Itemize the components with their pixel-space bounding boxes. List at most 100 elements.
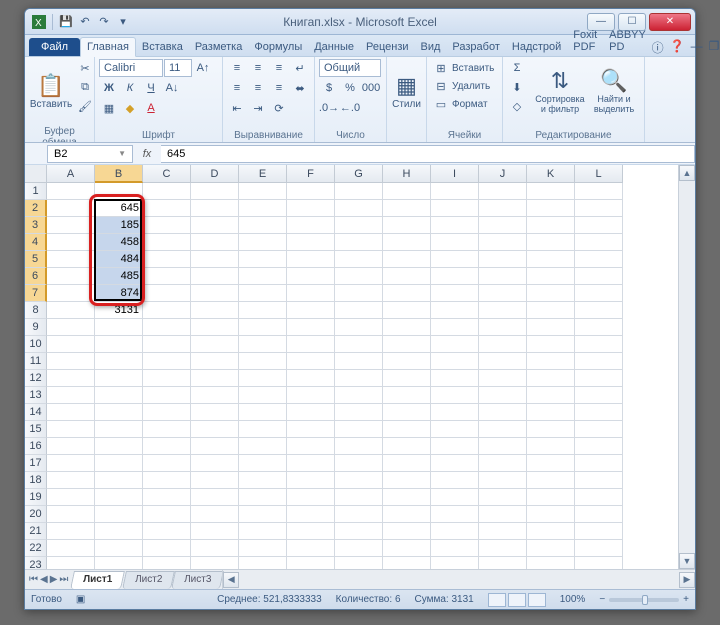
cell-B6[interactable]: 485	[95, 268, 143, 285]
cell-A7[interactable]	[47, 285, 95, 302]
cell-L15[interactable]	[575, 421, 623, 438]
scroll-down-icon[interactable]: ▼	[679, 553, 695, 569]
cell-J13[interactable]	[479, 387, 527, 404]
doc-restore-icon[interactable]: ❐	[709, 39, 720, 56]
cell-J19[interactable]	[479, 489, 527, 506]
redo-icon[interactable]: ↷	[96, 14, 112, 30]
cell-L7[interactable]	[575, 285, 623, 302]
cell-C9[interactable]	[143, 319, 191, 336]
sheet-nav-last-icon[interactable]: ⏭	[59, 574, 68, 585]
cell-G7[interactable]	[335, 285, 383, 302]
cell-K22[interactable]	[527, 540, 575, 557]
cell-K21[interactable]	[527, 523, 575, 540]
col-head-J[interactable]: J	[479, 165, 527, 183]
cell-C21[interactable]	[143, 523, 191, 540]
cell-C10[interactable]	[143, 336, 191, 353]
cell-A1[interactable]	[47, 183, 95, 200]
cell-B5[interactable]: 484	[95, 251, 143, 268]
row-head-17[interactable]: 17	[25, 455, 47, 472]
cell-D10[interactable]	[191, 336, 239, 353]
cell-A4[interactable]	[47, 234, 95, 251]
cell-A13[interactable]	[47, 387, 95, 404]
doc-min-icon[interactable]: —	[691, 39, 703, 56]
help-icon[interactable]: ❓	[670, 39, 685, 56]
cell-H5[interactable]	[383, 251, 431, 268]
scroll-right-icon[interactable]: ▶	[679, 572, 695, 588]
cell-E12[interactable]	[239, 370, 287, 387]
cell-F11[interactable]	[287, 353, 335, 370]
inc-decimal-icon[interactable]: .0→	[319, 99, 339, 117]
row-head-7[interactable]: 7	[25, 285, 47, 302]
cell-K7[interactable]	[527, 285, 575, 302]
col-head-I[interactable]: I	[431, 165, 479, 183]
cell-I13[interactable]	[431, 387, 479, 404]
column-headers[interactable]: ABCDEFGHIJKL	[47, 165, 623, 183]
grow-font-icon[interactable]: A↑	[193, 59, 213, 77]
insert-cells-icon[interactable]: ⊞	[431, 59, 451, 77]
cell-A19[interactable]	[47, 489, 95, 506]
cell-D6[interactable]	[191, 268, 239, 285]
tab-insert[interactable]: Вставка	[136, 38, 189, 56]
cell-F14[interactable]	[287, 404, 335, 421]
cell-J9[interactable]	[479, 319, 527, 336]
cell-A8[interactable]	[47, 302, 95, 319]
cell-L18[interactable]	[575, 472, 623, 489]
cell-F10[interactable]	[287, 336, 335, 353]
undo-icon[interactable]: ↶	[77, 14, 93, 30]
cell-G11[interactable]	[335, 353, 383, 370]
cell-L14[interactable]	[575, 404, 623, 421]
clear-icon[interactable]: ◇	[507, 97, 527, 115]
cell-E23[interactable]	[239, 557, 287, 569]
cell-A5[interactable]	[47, 251, 95, 268]
cell-L16[interactable]	[575, 438, 623, 455]
tab-develop[interactable]: Разработ	[446, 38, 505, 56]
cell-D21[interactable]	[191, 523, 239, 540]
italic-icon[interactable]: К	[120, 79, 140, 97]
col-head-G[interactable]: G	[335, 165, 383, 183]
cell-B23[interactable]	[95, 557, 143, 569]
cell-J18[interactable]	[479, 472, 527, 489]
cell-G4[interactable]	[335, 234, 383, 251]
row-head-6[interactable]: 6	[25, 268, 47, 285]
cell-K16[interactable]	[527, 438, 575, 455]
dec-decimal-icon[interactable]: ←.0	[340, 99, 360, 117]
cell-G2[interactable]	[335, 200, 383, 217]
cell-E11[interactable]	[239, 353, 287, 370]
paste-button[interactable]: 📋 Вставить	[29, 59, 73, 125]
cell-B15[interactable]	[95, 421, 143, 438]
sort-filter-button[interactable]: ⇅ Сортировка и фильтр	[533, 59, 587, 125]
zoom-slider[interactable]: − +	[599, 594, 689, 605]
align-center-icon[interactable]: ≡	[248, 79, 268, 97]
sheet-tab-1[interactable]: Лист1	[70, 571, 125, 589]
cell-J1[interactable]	[479, 183, 527, 200]
cell-G13[interactable]	[335, 387, 383, 404]
cell-D19[interactable]	[191, 489, 239, 506]
cell-I16[interactable]	[431, 438, 479, 455]
cell-L21[interactable]	[575, 523, 623, 540]
cell-I1[interactable]	[431, 183, 479, 200]
cell-J4[interactable]	[479, 234, 527, 251]
cell-K10[interactable]	[527, 336, 575, 353]
scroll-left-icon[interactable]: ◀	[223, 572, 239, 588]
cell-J11[interactable]	[479, 353, 527, 370]
cell-H4[interactable]	[383, 234, 431, 251]
cell-B3[interactable]: 185	[95, 217, 143, 234]
row-head-13[interactable]: 13	[25, 387, 47, 404]
cell-B11[interactable]	[95, 353, 143, 370]
cell-F21[interactable]	[287, 523, 335, 540]
indent-dec-icon[interactable]: ⇤	[227, 99, 247, 117]
cell-I4[interactable]	[431, 234, 479, 251]
cell-H6[interactable]	[383, 268, 431, 285]
cell-J23[interactable]	[479, 557, 527, 569]
cell-B12[interactable]	[95, 370, 143, 387]
col-head-E[interactable]: E	[239, 165, 287, 183]
cell-H17[interactable]	[383, 455, 431, 472]
cell-D7[interactable]	[191, 285, 239, 302]
cell-K9[interactable]	[527, 319, 575, 336]
zoom-level[interactable]: 100%	[560, 594, 586, 605]
cell-A23[interactable]	[47, 557, 95, 569]
cell-G16[interactable]	[335, 438, 383, 455]
cell-K5[interactable]	[527, 251, 575, 268]
cell-K23[interactable]	[527, 557, 575, 569]
orientation-icon[interactable]: ⟳	[269, 99, 289, 117]
